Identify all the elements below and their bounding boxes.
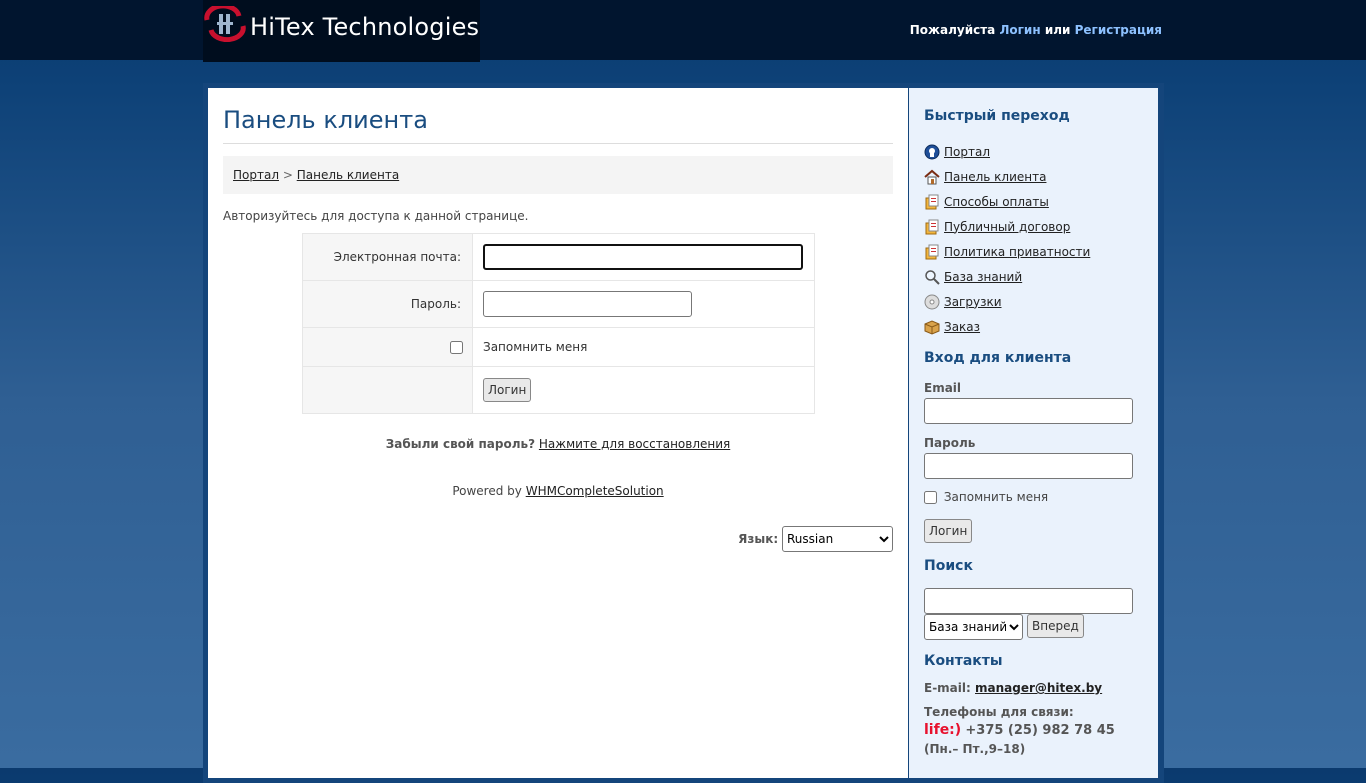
sidebar-remember-label: Запомнить меня: [943, 490, 1049, 504]
quick-link-item: База знаний: [924, 264, 1090, 289]
quick-link-item: Способы оплаты: [924, 189, 1090, 214]
quick-link-item: Загрузки: [924, 289, 1090, 314]
quick-link-public-contract[interactable]: Публичный договор: [944, 220, 1070, 234]
powered-by: Powered by WHMCompleteSolution: [208, 484, 908, 498]
search-scope-select[interactable]: База знаний: [924, 614, 1023, 640]
phone-number: +375 (25) 982 78 45: [965, 723, 1115, 738]
life-operator-logo: life:): [924, 722, 962, 738]
email-label: Электронная почта:: [333, 250, 461, 264]
forgot-password-text: Забыли свой пароль?: [385, 437, 536, 451]
remember-me-checkbox[interactable]: [450, 341, 463, 354]
contact-email-label: E-mail:: [924, 681, 971, 695]
quick-link-order[interactable]: Заказ: [944, 320, 980, 334]
auth-or: или: [1044, 23, 1071, 37]
quick-link-client-area[interactable]: Панель клиента: [944, 170, 1046, 184]
title-divider: [223, 143, 893, 144]
document-icon: [925, 219, 939, 234]
auth-links: Пожалуйста Логин или Регистрация: [910, 23, 1162, 37]
quick-link-knowledgebase[interactable]: База знаний: [944, 270, 1022, 284]
document-icon: [925, 244, 939, 259]
brand-name: HiTex Technologies: [250, 13, 480, 41]
contact-phones: Телефоны для связи: life:) +375 (25) 982…: [924, 703, 1115, 758]
quick-link-downloads[interactable]: Загрузки: [944, 295, 1002, 309]
sidebar-remember-me: Запомнить меня: [924, 490, 1048, 504]
globe-icon: [924, 144, 940, 159]
remember-me-label: Запомнить меня: [483, 340, 588, 354]
document-icon: [925, 194, 939, 209]
sidebar-email-field[interactable]: [924, 398, 1133, 424]
sidebar-password-field[interactable]: [924, 453, 1133, 479]
main-content: Панель клиента Портал > Панель клиента А…: [208, 88, 908, 778]
magnifier-icon: [925, 269, 940, 285]
breadcrumb-portal-link[interactable]: Портал: [233, 168, 279, 182]
quick-link-item: Портал: [924, 139, 1090, 164]
box-icon: [924, 319, 940, 335]
contact-email-link[interactable]: manager@hitex.by: [975, 681, 1102, 695]
search-input[interactable]: [924, 588, 1133, 614]
search-go-button[interactable]: Вперед: [1027, 614, 1084, 638]
sidebar-login-button[interactable]: Логин: [924, 519, 973, 543]
breadcrumb: Портал > Панель клиента: [223, 156, 893, 194]
sidebar-password-label: Пароль: [924, 436, 976, 450]
office-hours: (Пн.– Пт.,9–18): [924, 742, 1026, 756]
quick-link-item: Панель клиента: [924, 164, 1090, 189]
contact-email: E-mail: manager@hitex.by: [924, 681, 1102, 695]
login-form: Электронная почта: Пароль: Запомнить мен…: [302, 233, 815, 414]
sidebar: Быстрый переход Портал Панель клиента Сп…: [909, 88, 1158, 778]
contacts-heading: Контакты: [924, 653, 1003, 669]
page-title: Панель клиента: [223, 106, 428, 134]
quick-link-item: Публичный договор: [924, 214, 1090, 239]
header-login-link[interactable]: Логин: [999, 23, 1040, 37]
header-register-link[interactable]: Регистрация: [1075, 23, 1162, 37]
disc-icon: [924, 294, 940, 309]
quick-link-item: Заказ: [924, 314, 1090, 339]
forgot-password-link[interactable]: Нажмите для восстановления: [539, 437, 730, 451]
powered-by-link[interactable]: WHMCompleteSolution: [526, 484, 664, 498]
quick-link-portal[interactable]: Портал: [944, 145, 990, 159]
password-field[interactable]: [483, 291, 692, 317]
language-select[interactable]: Russian: [782, 526, 893, 552]
quick-links-heading: Быстрый переход: [924, 108, 1070, 124]
phones-label: Телефоны для связи:: [924, 705, 1074, 719]
sidebar-remember-checkbox[interactable]: [924, 491, 937, 504]
auth-prompt: Пожалуйста: [909, 23, 996, 37]
sidebar-email-label: Email: [924, 381, 962, 395]
quick-link-privacy-policy[interactable]: Политика приватности: [944, 245, 1090, 259]
home-icon: [924, 169, 940, 184]
language-switcher: Язык: Russian: [738, 526, 893, 552]
email-field[interactable]: [483, 244, 803, 270]
logo-mark-icon: [204, 6, 246, 42]
language-label: Язык:: [738, 532, 779, 546]
quick-link-item: Политика приватности: [924, 239, 1090, 264]
login-intro-text: Авторизуйтесь для доступа к данной стран…: [223, 209, 529, 223]
search-heading: Поиск: [924, 558, 973, 574]
login-submit-button[interactable]: Логин: [483, 378, 532, 402]
quick-links-list: Портал Панель клиента Способы оплаты Пуб…: [924, 139, 1090, 339]
breadcrumb-separator: >: [282, 168, 293, 182]
powered-by-text: Powered by: [452, 484, 522, 498]
client-login-heading: Вход для клиента: [924, 350, 1072, 366]
password-label: Пароль:: [410, 297, 461, 311]
logo[interactable]: HiTex Technologies: [203, 0, 480, 62]
breadcrumb-current-link[interactable]: Панель клиента: [297, 168, 399, 182]
forgot-password: Забыли свой пароль? Нажмите для восстано…: [208, 437, 908, 451]
quick-link-payment-methods[interactable]: Способы оплаты: [944, 195, 1049, 209]
